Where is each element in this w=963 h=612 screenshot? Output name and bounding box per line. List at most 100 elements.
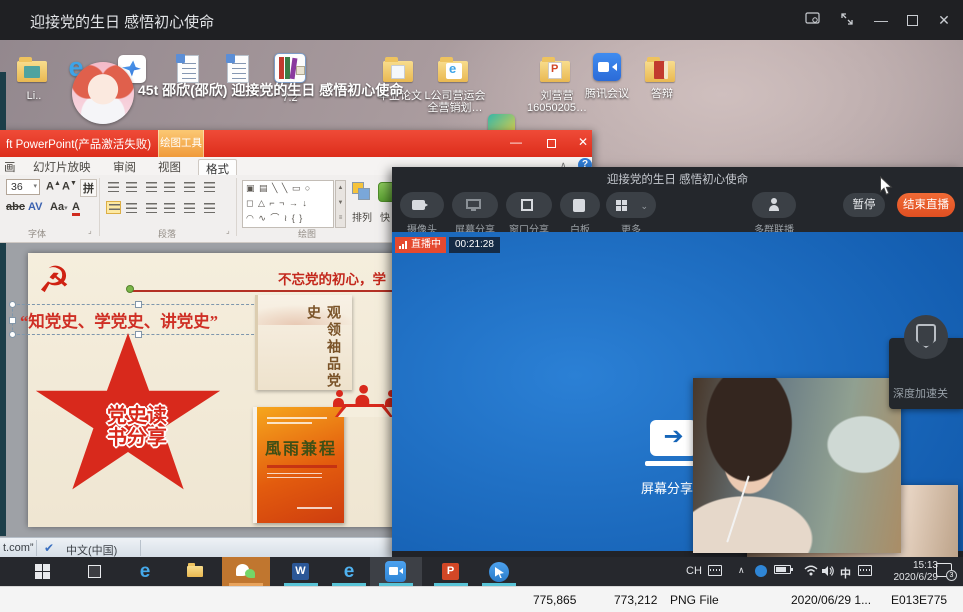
wifi-icon[interactable]	[804, 565, 818, 579]
align-center-button[interactable]	[124, 201, 139, 214]
more-button[interactable]: ⌄	[606, 192, 656, 218]
party-emblem-icon: ☭	[38, 261, 70, 299]
taskbar-powerpoint[interactable]: P	[434, 557, 468, 586]
phonetic-guide-button[interactable]: 拼	[80, 179, 97, 197]
danmaku-message: 45t 邵欣(邵欣) 迎接党的生日 感悟初心使命	[138, 80, 403, 100]
justify-button[interactable]	[162, 201, 177, 214]
arrange-button[interactable]: 排列	[352, 209, 372, 224]
hidden-icons-chevron[interactable]: ∧	[738, 565, 745, 576]
taskbar-edge[interactable]: e	[130, 557, 160, 586]
ppt-status-text: t.com”	[3, 542, 34, 554]
spellcheck-icon[interactable]: ✔	[44, 541, 54, 555]
taskbar: e W e P CH ∧ 中 15:1	[0, 557, 963, 586]
ppt-maximize-button[interactable]	[543, 135, 559, 151]
align-left-button[interactable]	[106, 201, 121, 214]
ppt-language-status[interactable]: 中文(中国)	[66, 542, 117, 558]
book-cover-2[interactable]: 風雨兼程	[253, 407, 344, 523]
align-right-button[interactable]	[144, 201, 159, 214]
taskbar-ie[interactable]: e	[332, 557, 366, 586]
bullets-button[interactable]	[106, 180, 121, 193]
desktop-icon-liu[interactable]: P	[538, 55, 572, 82]
ime-indicator[interactable]: CH	[686, 565, 702, 577]
paragraph-group-label: 段落	[158, 227, 176, 240]
shapes-gallery-scrollbar[interactable]: ▲▼≡	[335, 180, 346, 228]
desktop-icon-defense[interactable]	[643, 55, 677, 82]
rotation-handle[interactable]	[126, 285, 134, 293]
acceleration-panel[interactable]: 深度加速关	[889, 338, 963, 409]
whiteboard-button[interactable]	[560, 192, 600, 218]
taskbar-wechat[interactable]	[222, 557, 270, 586]
shapes-row[interactable]: ▣ ▤ ╲ ╲ ▭ ○	[246, 181, 333, 196]
character-spacing-button[interactable]: AV	[28, 201, 42, 213]
panel-settings-icon[interactable]	[803, 12, 821, 28]
desktop-icon-doc2[interactable]	[221, 53, 255, 83]
taskbar-broadcast-app-active[interactable]	[370, 557, 422, 586]
font-color-button[interactable]: A	[72, 201, 80, 216]
screen-sharing-icon: ➔	[650, 420, 697, 456]
change-case-button[interactable]: Aa▾	[50, 201, 68, 213]
volume-icon[interactable]	[821, 565, 835, 580]
ppt-minimize-button[interactable]: —	[508, 135, 524, 149]
camera-button[interactable]	[400, 192, 444, 218]
tray-app-icon[interactable]	[755, 565, 767, 577]
desktop-icon-folder-li[interactable]	[15, 55, 49, 82]
desktop-icon-thesis[interactable]	[381, 55, 415, 82]
ime-keyboard-icon[interactable]	[858, 565, 872, 579]
multi-group-broadcast-button[interactable]	[752, 192, 796, 218]
arrange-icon	[352, 182, 374, 202]
desktop-icon-company[interactable]: e	[436, 55, 470, 82]
screen-share-button[interactable]	[452, 192, 498, 218]
ppt-tab-review[interactable]: 审阅	[113, 159, 136, 175]
ppt-close-button[interactable]: ✕	[575, 135, 591, 149]
task-view-button[interactable]	[80, 557, 110, 586]
touch-keyboard-icon[interactable]	[708, 565, 722, 579]
action-center-icon[interactable]: 3	[936, 563, 952, 577]
maximize-button[interactable]	[903, 12, 921, 29]
taskbar-word[interactable]: W	[284, 557, 318, 586]
quick-styles-button[interactable]: 快	[380, 209, 390, 224]
grow-font-button[interactable]: A▲	[46, 180, 61, 193]
taskbar-explorer[interactable]	[180, 557, 210, 586]
shapes-gallery[interactable]: ▣ ▤ ╲ ╲ ▭ ○ ◻ △ ⌐ ¬ → ↓ ◠ ∿ ⌒ ≀ { }	[242, 180, 334, 228]
font-size-combobox[interactable]: 36▾	[6, 179, 40, 195]
ime-language-indicator[interactable]: 中	[840, 565, 851, 581]
slide-quote-text[interactable]: “知党史、学党史、讲党史”	[20, 308, 260, 332]
ppt-tab-slideshow[interactable]: 幻灯片放映	[33, 159, 91, 175]
increase-indent-button[interactable]	[162, 180, 177, 193]
explorer-icon	[187, 566, 203, 577]
close-button[interactable]: ✕	[935, 12, 953, 29]
taskbar-classroom-app[interactable]	[482, 557, 516, 586]
live-status-badge: 直播中	[395, 237, 446, 253]
desktop-icon-meeting[interactable]	[590, 51, 624, 81]
slide-headline: 不忘党的初心，学	[278, 268, 386, 288]
clock[interactable]: 15:13 2020/6/29	[880, 560, 938, 584]
numbering-button[interactable]	[124, 180, 139, 193]
books-icon	[274, 53, 306, 83]
start-button[interactable]	[28, 557, 58, 586]
paragraph-dialog-launcher[interactable]: ⌟	[226, 226, 230, 235]
fullscreen-icon[interactable]	[838, 12, 856, 29]
window-share-button[interactable]	[506, 192, 552, 218]
shapes-row[interactable]: ◻ △ ⌐ ¬ → ↓	[246, 196, 333, 211]
ppt-tab-animation-partial[interactable]: 画	[4, 159, 16, 175]
distribute-button[interactable]	[182, 201, 197, 214]
shrink-font-button[interactable]: A▼	[62, 180, 77, 193]
columns-button[interactable]	[202, 201, 217, 214]
desktop-icon-books[interactable]	[273, 51, 307, 83]
strikethrough-button[interactable]: abc	[6, 201, 25, 213]
powerpoint-icon: P	[442, 563, 459, 580]
desktop-icon-doc1[interactable]	[171, 53, 205, 83]
decrease-indent-button[interactable]	[144, 180, 159, 193]
font-dialog-launcher[interactable]: ⌟	[88, 226, 92, 235]
live-timer: 00:21:28	[449, 237, 500, 253]
battery-icon[interactable]	[774, 565, 791, 577]
chevron-down-icon: ⌄	[640, 201, 648, 212]
text-direction-button[interactable]	[202, 180, 217, 193]
minimize-button[interactable]: —	[872, 12, 890, 28]
ppt-context-tab-drawing-tools[interactable]: 绘图工具	[158, 130, 204, 157]
line-spacing-button[interactable]	[182, 180, 197, 193]
ppt-tab-view[interactable]: 视图	[158, 159, 181, 175]
end-live-button[interactable]: 结束直播	[897, 193, 955, 217]
star-caption: 党史读 书分享	[98, 405, 176, 449]
shapes-row[interactable]: ◠ ∿ ⌒ ≀ { }	[246, 211, 333, 226]
